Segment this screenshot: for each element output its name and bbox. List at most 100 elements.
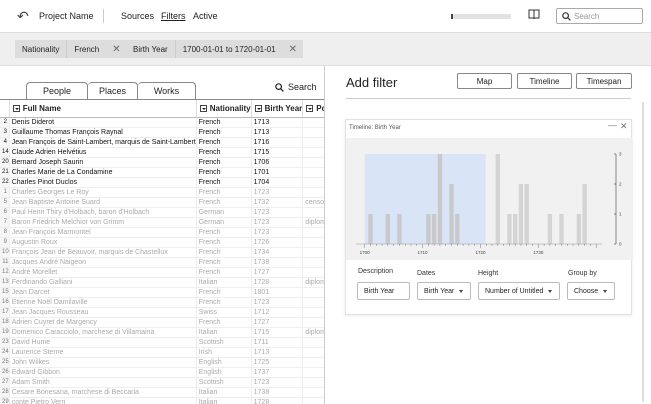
table-row[interactable]: 29 conte Pietro Verri Italian 1728 [0,397,324,404]
cell-nationality: English [196,357,252,368]
close-icon[interactable]: ✕ [106,44,126,55]
cell-extra [302,157,324,168]
table-row[interactable]: 25 John Wilkes English 1725 [0,357,324,368]
chevron-down-icon [603,289,608,293]
table-row[interactable]: 9 Augustin Roux French 1726 [0,237,324,248]
timespan-button[interactable]: Timespan [576,73,632,89]
y-tick-label: 3 [619,152,622,157]
height-select[interactable]: Number of Untitled [478,282,560,300]
tab-places[interactable]: Places [88,82,138,99]
cell-birth-year: 1726 [251,237,304,248]
table-row[interactable]: 20 Bernard Joseph Saurin French 1706 [0,157,324,168]
chart-bar [397,214,402,244]
table-row[interactable]: 3 Guillaume Thomas François Raynal French 1… [0,127,324,138]
cell-nationality: French [196,247,252,258]
cell-extra: censor [302,197,324,208]
tab-works[interactable]: Works [138,82,196,99]
cell-full-name: Baron Friedrich Melchior von Grimm [9,217,197,228]
row-number: 11 [0,257,10,268]
table-row[interactable]: 7 Baron Friedrich Melchior von Grimm Germa… [0,217,324,228]
scrollbar[interactable] [640,102,646,402]
table-row[interactable]: 13Ferdinando GallianiItalian1728diploma [0,277,324,288]
back-icon[interactable]: ↶ [17,8,29,25]
table-row[interactable]: 10 François Jean de Beauvoir, marquis de … [0,247,324,258]
table-row[interactable]: 14 Claude Adrien Helvétius French 1715 [0,147,324,158]
cell-extra [302,347,324,358]
row-number: 5 [0,197,10,208]
table-row[interactable]: 17 Jean Jacques Rousseau Swiss 1712 [0,307,324,318]
filter-chip-nationality[interactable]: Nationality French ✕ [15,40,127,58]
table-search-button[interactable]: Search [275,82,317,92]
cell-nationality: French [196,287,252,298]
column-label: Nationality [209,103,251,113]
table-row[interactable]: 23 David Hume Scottish 1711 [0,337,324,348]
table-row[interactable]: 22 Charles Pinot Duclos French 1704 [0,177,324,188]
row-number: 8 [0,227,10,238]
tab-people[interactable]: People [26,82,88,99]
cell-extra [302,397,324,404]
cell-full-name: Jean François Marmontel [9,227,197,238]
table-row[interactable]: 6 Paul Henri Thiry d'Holbach, baron d'Hol… [0,207,324,218]
cell-full-name: Étienne Noël Damilaville [9,297,197,308]
row-number: 10 [0,247,10,258]
column-header-extra[interactable]: Po [302,100,324,118]
row-number: 26 [0,367,10,378]
cell-birth-year: 1725 [251,357,304,368]
chevron-down-icon[interactable] [254,105,262,113]
table-row[interactable]: 18 Adrien Cuyret de Margency French 1727 [0,317,324,328]
chevron-down-icon[interactable] [306,105,314,113]
table-row[interactable]: 26 Edward Gibbon English 1737 [0,367,324,378]
table-row[interactable]: 21 Charles Marie de La Condamine French 170… [0,167,324,178]
table-row[interactable]: 5 Jean Baptiste Antoine Suard French 1732 ce… [0,197,324,208]
cell-full-name: Paul Henri Thiry d'Holbach, baron d'Holb… [9,207,197,218]
group-by-select[interactable]: Choose [567,282,615,300]
cell-full-name: Jacques André Naigeon [9,257,197,268]
dates-select[interactable]: Birth Year [417,282,471,300]
cell-extra [302,337,324,348]
search-input[interactable]: Search [556,8,643,24]
cell-birth-year: 1723 [251,207,304,218]
search-placeholder: Search [574,12,600,21]
cell-birth-year: 1723 [251,227,304,238]
nav-filters[interactable]: Filters [161,11,186,21]
chevron-down-icon[interactable] [199,105,207,113]
table-row[interactable]: 11 Jacques André Naigeon French 1738 [0,257,324,268]
table-row[interactable]: 24 Laurence Sterne Irish 1713 [0,347,324,358]
cell-full-name: Edward Gibbon [9,367,197,378]
cell-extra [302,187,324,198]
cell-extra [302,387,324,398]
row-number: 24 [0,347,10,358]
nav-sources[interactable]: Sources [121,11,154,21]
chevron-down-icon[interactable] [12,105,20,113]
table-row[interactable]: 12 André Morellet French 1727 [0,267,324,278]
description-field[interactable]: Birth Year [357,282,410,300]
table-row[interactable]: 1 Charles Georges Le Roy French 1723 [0,187,324,198]
nav-active[interactable]: Active [193,11,218,21]
close-icon[interactable]: ✕ [283,44,303,55]
column-header-nationality[interactable]: Nationality [196,100,252,118]
table-row[interactable]: 16 Étienne Noël Damilaville French 1723 [0,297,324,308]
tab-bar: People Places Works [26,82,196,99]
map-button[interactable]: Map [457,73,512,89]
cell-nationality: French [196,257,252,268]
table-row[interactable]: 28 Cesare Bonesana, marchese di Beccaria I… [0,387,324,398]
project-name[interactable]: Project Name [39,11,94,21]
chart-bar [426,214,431,244]
minimize-icon[interactable]: — [608,120,617,130]
close-icon[interactable]: ✕ [620,121,628,132]
column-header-full-name[interactable]: Full Name [9,100,197,118]
column-header-birth-year[interactable]: Birth Year [251,100,304,118]
timeline-button[interactable]: Timeline [517,73,572,89]
table-row[interactable]: 15 Jean Darcet French 1801 [0,287,324,298]
book-icon[interactable] [528,9,540,20]
table-row[interactable]: 4 Jean François de Saint-Lambert, marquis… [0,137,324,148]
table-row[interactable]: 27 Adam Smith Scottish 1723 [0,377,324,388]
filter-chip-birth-year[interactable]: Birth Year 1700-01-01 to 1720-01-01 ✕ [126,40,304,58]
timeline-chart[interactable]: 1700 1710 1720 1730 0 1 2 3 [346,138,633,260]
data-table-pane: People Places Works Search Full Name Nat… [0,66,325,404]
table-row[interactable]: 2 Denis Diderot French 1713 [0,117,324,128]
table-row[interactable]: 19 Domenico Caracciolo, marchese di Villa… [0,327,324,338]
cell-nationality: Scottish [196,337,252,348]
search-icon [562,12,571,21]
table-row[interactable]: 8 Jean François Marmontel French 1723 [0,227,324,238]
